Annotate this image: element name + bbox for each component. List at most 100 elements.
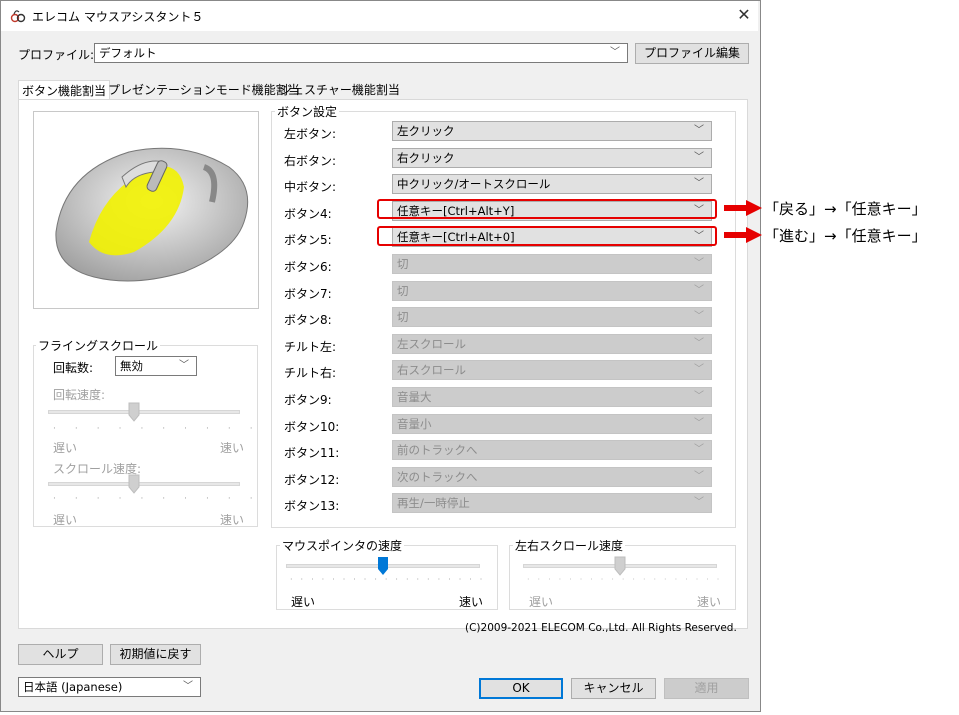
tab-presentation-mode[interactable]: プレゼンテーションモード機能割当 [105, 80, 303, 100]
chevron-down-icon: ﹀ [694, 258, 704, 269]
button-row-value: 前のトラックへ [397, 443, 478, 457]
button-row-select[interactable]: 左スクロール ﹀ [392, 334, 712, 354]
button-row-label: ボタン7: [284, 287, 332, 301]
button-row-label: チルト右: [284, 366, 337, 380]
pointer-speed-fast: 速い [459, 595, 484, 609]
button-row-label: ボタン9: [284, 393, 332, 407]
language-select[interactable]: 日本語 (Japanese) ﹀ [18, 677, 201, 697]
profile-label: プロファイル: [18, 48, 95, 62]
tab-gesture[interactable]: ジェスチャー機能割当 [277, 80, 403, 100]
chevron-down-icon: ﹀ [694, 311, 704, 322]
rotations-select[interactable]: 無効 ﹀ [115, 356, 197, 376]
chevron-down-icon: ﹀ [694, 497, 704, 508]
scroll-speed-ticks: ·········· [53, 494, 272, 504]
button-row-label: ボタン13: [284, 499, 340, 513]
button-row-label: 右ボタン: [284, 154, 337, 168]
chevron-down-icon: ﹀ [694, 418, 704, 429]
button-row-select[interactable]: 前のトラックへ ﹀ [392, 440, 712, 460]
annotation-forward: 「進む」→「任意キー」 [764, 227, 927, 245]
cancel-button[interactable]: キャンセル [571, 678, 656, 699]
ok-button[interactable]: OK [479, 678, 563, 699]
hscroll-speed-ticks: ··················· [527, 575, 728, 584]
chevron-down-icon: ﹀ [694, 444, 704, 455]
pointer-speed-thumb[interactable] [377, 556, 389, 576]
language-value: 日本語 (Japanese) [23, 680, 123, 694]
copyright-text: (C)2009-2021 ELECOM Co.,Ltd. All Rights … [465, 622, 737, 634]
chevron-down-icon: ﹀ [694, 391, 704, 402]
edit-profile-button[interactable]: プロファイル編集 [635, 43, 749, 64]
button-row-value: 音量大 [397, 390, 432, 404]
annotation-back: 「戻る」→「任意キー」 [764, 200, 927, 218]
highlight-box-button4 [377, 199, 717, 219]
profile-select[interactable]: デフォルト ﹀ [94, 43, 628, 63]
rotation-speed-track [48, 410, 240, 414]
button-row-label: ボタン10: [284, 420, 340, 434]
highlight-box-button5 [377, 226, 717, 246]
button-row-value: 切 [397, 257, 409, 271]
button-row-value: 右クリック [397, 151, 455, 165]
chevron-down-icon: ﹀ [694, 338, 704, 349]
button-row-value: 右スクロール [397, 363, 466, 377]
close-icon[interactable]: ✕ [733, 4, 755, 26]
hscroll-speed-thumb[interactable] [614, 556, 626, 576]
button-row-select[interactable]: 音量小 ﹀ [392, 414, 712, 434]
chevron-down-icon: ﹀ [694, 285, 704, 296]
button-row-select[interactable]: 左クリック ﹀ [392, 121, 712, 141]
rotation-speed-label: 回転速度: [53, 388, 106, 402]
tab-button-assign[interactable]: ボタン機能割当 [18, 80, 111, 101]
rotation-speed-thumb[interactable] [128, 402, 140, 422]
flying-scroll-title: フライングスクロール [36, 337, 161, 354]
chevron-down-icon: ﹀ [183, 681, 193, 692]
chevron-down-icon: ﹀ [694, 471, 704, 482]
window-title: エレコム マウスアシスタント５ [32, 10, 204, 24]
pointer-speed-ticks: ··················· [290, 575, 491, 584]
chevron-down-icon: ﹀ [694, 125, 704, 136]
arrow-right-icon [724, 227, 762, 243]
button-row-label: チルト左: [284, 340, 337, 354]
button-row-select[interactable]: 右スクロール ﹀ [392, 360, 712, 380]
reset-defaults-button[interactable]: 初期値に戻す [110, 644, 201, 665]
profile-value: デフォルト [99, 46, 157, 60]
help-button[interactable]: ヘルプ [18, 644, 103, 665]
apply-button[interactable]: 適用 [664, 678, 749, 699]
button-row-value: 左スクロール [397, 337, 466, 351]
button-row-select[interactable]: 切 ﹀ [392, 254, 712, 274]
button-row-value: 次のトラックへ [397, 470, 478, 484]
scroll-speed-slow: 遅い [53, 513, 78, 527]
button-row-value: 中クリック/オートスクロール [397, 177, 551, 191]
chevron-down-icon: ﹀ [694, 178, 704, 189]
button-row-label: ボタン5: [284, 233, 332, 247]
chevron-down-icon: ﹀ [179, 360, 189, 371]
button-row-select[interactable]: 右クリック ﹀ [392, 148, 712, 168]
hscroll-speed-fast: 速い [697, 595, 722, 609]
button-row-label: 中ボタン: [284, 180, 337, 194]
mouse-image-frame [33, 111, 259, 309]
pointer-speed-slow: 遅い [291, 595, 316, 609]
button-settings-title: ボタン設定 [275, 103, 340, 120]
button-row-select[interactable]: 切 ﹀ [392, 281, 712, 301]
button-row-label: 左ボタン: [284, 127, 337, 141]
button-row-label: ボタン12: [284, 473, 340, 487]
button-row-select[interactable]: 再生/一時停止 ﹀ [392, 493, 712, 513]
chevron-down-icon: ﹀ [610, 47, 620, 58]
button-row-label: ボタン4: [284, 207, 332, 221]
rotations-value: 無効 [120, 359, 143, 373]
button-row-select[interactable]: 次のトラックへ ﹀ [392, 467, 712, 487]
button-row-label: ボタン8: [284, 313, 332, 327]
button-row-value: 左クリック [397, 124, 455, 138]
button-row-value: 音量小 [397, 417, 432, 431]
button-row-select[interactable]: 中クリック/オートスクロール ﹀ [392, 174, 712, 194]
button-row-select[interactable]: 切 ﹀ [392, 307, 712, 327]
rotations-label: 回転数: [53, 361, 94, 375]
button-row-label: ボタン11: [284, 446, 340, 460]
arrow-right-icon [724, 200, 762, 216]
mouse-illustration [55, 147, 249, 282]
button-row-value: 切 [397, 284, 409, 298]
button-row-value: 再生/一時停止 [397, 496, 470, 510]
button-row-select[interactable]: 音量大 ﹀ [392, 387, 712, 407]
scroll-speed-thumb[interactable] [128, 474, 140, 494]
pointer-speed-title: マウスポインタの速度 [280, 537, 405, 554]
button-row-value: 切 [397, 310, 409, 324]
app-logo-icon [10, 10, 26, 23]
button-row-label: ボタン6: [284, 260, 332, 274]
